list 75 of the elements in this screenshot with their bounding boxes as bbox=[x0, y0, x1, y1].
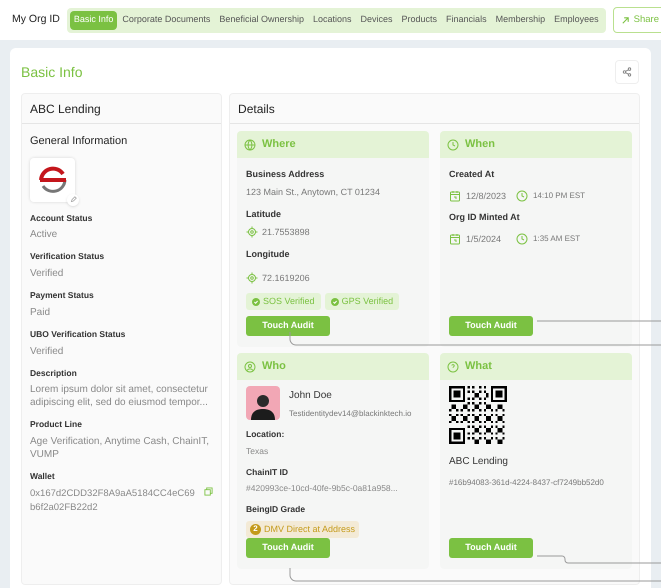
nav-tab[interactable]: Devices bbox=[356, 10, 397, 30]
target-icon bbox=[246, 226, 258, 238]
calendar-icon bbox=[449, 190, 462, 202]
page-title: Basic Info bbox=[21, 62, 82, 82]
field-label: Latitude bbox=[246, 208, 282, 221]
nav-tab[interactable]: Locations bbox=[308, 10, 356, 30]
field-value: Verified bbox=[30, 267, 64, 280]
coordinate-value: 72.1619206 bbox=[262, 272, 310, 284]
grade-text: DMV Direct at Address bbox=[264, 522, 356, 536]
nav-tab[interactable]: Financials bbox=[442, 10, 491, 30]
date-value: 12/8/2023 bbox=[466, 190, 508, 202]
field-label: Longitude bbox=[246, 248, 291, 261]
field-label: Location: bbox=[246, 428, 286, 441]
clock-icon bbox=[447, 138, 460, 150]
qr-code bbox=[449, 386, 508, 444]
details-title: Details bbox=[238, 100, 275, 118]
org-name: ABC Lending bbox=[449, 455, 509, 469]
wallet-address: 0x167d2CDD32F8A9aA5184CC4eC69b6f2a02FB22d2 bbox=[30, 486, 196, 515]
help-icon bbox=[447, 360, 460, 372]
coordinate-value: 21.7553898 bbox=[262, 226, 310, 238]
field-value: Verified bbox=[30, 344, 64, 358]
field-label: Description bbox=[30, 366, 78, 380]
calendar-icon bbox=[449, 233, 462, 246]
field-value: Age Verification, Anytime Cash, ChainIT, VUMP bbox=[30, 435, 210, 461]
verified-badge: GPS Verified bbox=[324, 293, 400, 310]
arrow-up-right-icon bbox=[620, 16, 630, 24]
field-label: BeingID Grade bbox=[246, 503, 306, 516]
nav-tab[interactable]: Beneficial Ownership bbox=[215, 10, 308, 30]
clock-icon bbox=[516, 190, 528, 202]
logo-drawing bbox=[36, 164, 68, 196]
field-value: Texas bbox=[246, 444, 270, 458]
field-label: Product Line bbox=[30, 418, 83, 431]
nav-tab[interactable]: Employees bbox=[550, 10, 603, 30]
person-name: John Doe bbox=[289, 389, 333, 403]
clock-icon bbox=[516, 233, 528, 246]
grade-number: 2 bbox=[250, 524, 262, 535]
check-icon bbox=[252, 298, 260, 306]
share-icon-button[interactable] bbox=[615, 60, 639, 84]
card-title: Who bbox=[262, 359, 286, 374]
date-value: 1/5/2024 bbox=[466, 232, 502, 246]
nav-tab[interactable]: Products bbox=[398, 10, 442, 30]
copy-icon bbox=[204, 486, 213, 496]
field-value: Active bbox=[30, 228, 58, 242]
nav-tab[interactable]: Corporate Documents bbox=[118, 10, 214, 30]
time-value: 14:10 PM EST bbox=[533, 190, 586, 202]
org-id: #16b94083-361d-4224-8437-cf7249bb52d0 bbox=[449, 477, 605, 489]
nav-tab[interactable]: Membership bbox=[492, 10, 550, 30]
check-icon bbox=[330, 298, 339, 306]
field-label: Account Status bbox=[30, 212, 94, 224]
card-title: When bbox=[465, 137, 495, 152]
globe-icon bbox=[244, 138, 256, 150]
card-title: What bbox=[465, 359, 492, 374]
field-label: Verification Status bbox=[30, 250, 106, 263]
user-icon bbox=[244, 360, 256, 372]
field-label: Created At bbox=[449, 168, 496, 181]
person-silhouette-icon bbox=[250, 392, 276, 420]
field-label: Wallet bbox=[30, 470, 56, 483]
field-label: UBO Verification Status bbox=[30, 328, 126, 340]
verified-badge: SOS Verified bbox=[246, 293, 321, 310]
card-title: Where bbox=[262, 137, 296, 152]
field-value: Paid bbox=[30, 306, 52, 319]
org-name: ABC Lending bbox=[30, 100, 101, 118]
field-label: Business Address bbox=[246, 168, 326, 181]
field-value: #420993ce-10cd-40fe-9b5c-0a81a958... bbox=[246, 482, 399, 495]
app-title: My Org ID bbox=[12, 12, 60, 28]
field-value: 123 Main St., Anytown, CT 01234 bbox=[246, 186, 381, 199]
field-value: Lorem ipsum dolor sit amet, consectetur adipiscing elit, sed do eiusmod tempor... bbox=[30, 383, 209, 410]
share-icon bbox=[622, 67, 632, 77]
target-icon bbox=[246, 272, 258, 284]
field-label: ChainIT ID bbox=[246, 466, 290, 478]
field-label: Org ID Minted At bbox=[449, 211, 521, 224]
field-label: Payment Status bbox=[30, 289, 95, 302]
section-title: General Information bbox=[30, 134, 128, 149]
time-value: 1:35 AM EST bbox=[533, 233, 580, 246]
person-email: Testidentitydev14@blackinktech.io bbox=[289, 408, 412, 420]
